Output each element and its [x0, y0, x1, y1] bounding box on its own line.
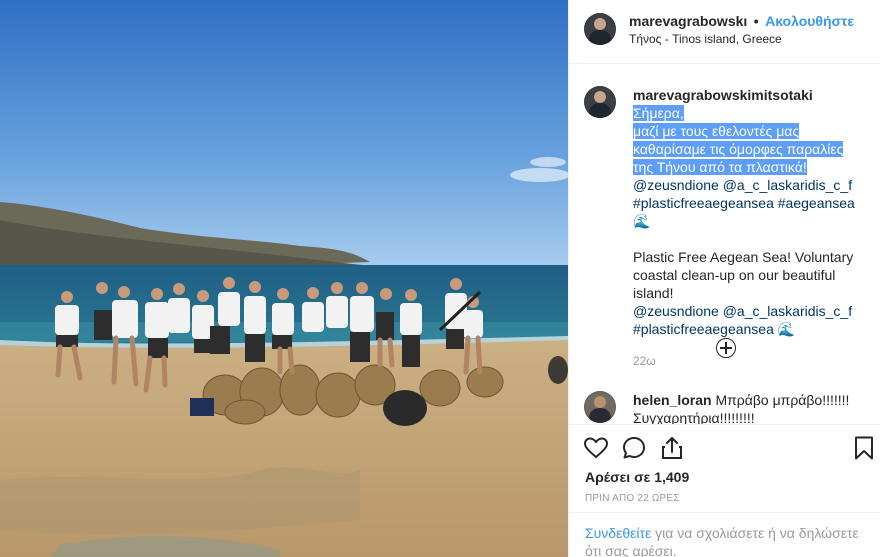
bookmark-icon[interactable] [851, 435, 877, 461]
comments-list[interactable]: marevagrabowskimitsotaki Σήμερα, μαζί με… [569, 64, 880, 424]
caption-english-line: coastal clean-up on our beautiful [633, 267, 836, 283]
caption-hashtags-2[interactable]: #plasticfreeaegeansea [633, 321, 774, 337]
heart-icon[interactable] [583, 435, 609, 461]
header-separator: • [753, 13, 759, 29]
post-side-panel: marevagrabowskı • Ακολουθήστε Τήνος - Ti… [568, 0, 880, 557]
header-line: marevagrabowskı • Ακολουθήστε [629, 13, 854, 31]
post-actions: Αρέσει σε 1,409 ΠΡΙΝ ΑΠΟ 22 ΩΡΕΣ Συνδεθε… [569, 424, 880, 557]
caption-hashtags[interactable]: #plasticfreeaegeansea #aegeansea [633, 195, 855, 211]
caption-avatar[interactable] [584, 86, 616, 118]
comment-text: Συγχαρητήρια!!!!!!!!! [633, 410, 755, 424]
follow-button[interactable]: Ακολουθήστε [765, 13, 854, 29]
caption-greek-line: Σήμερα, [633, 105, 684, 121]
commenter-username[interactable]: helen_loran [633, 392, 712, 408]
wave-emoji: 🌊 [633, 213, 651, 229]
author-avatar[interactable] [584, 13, 616, 45]
load-more-comments-icon[interactable] [716, 338, 736, 358]
caption-age: 22ω [633, 354, 656, 368]
author-username[interactable]: marevagrabowskı [629, 13, 747, 29]
caption-english-line: Plastic Free Aegean Sea! Voluntary [633, 249, 854, 265]
post-photo[interactable] [0, 0, 568, 557]
caption-username[interactable]: marevagrabowskimitsotaki [633, 87, 813, 103]
caption-english-line: island! [633, 285, 674, 301]
wave-emoji: 🌊 [777, 321, 796, 337]
comment-text: Μπράβο μπράβο!!!!!!! [715, 392, 850, 408]
caption-mentions-2[interactable]: @zeusndione @a_c_laskaridis_c_f [633, 302, 859, 320]
caption-greek-line: καθαρίσαμε τις όμορφες παραλίες [633, 141, 844, 157]
comment-icon[interactable] [621, 435, 647, 461]
instagram-post: marevagrabowskı • Ακολουθήστε Τήνος - Ti… [0, 0, 880, 557]
caption-greek-line: μαζί με τους εθελοντές μας [633, 123, 800, 139]
caption-mentions[interactable]: @zeusndione @a_c_laskaridis_c_f [633, 176, 859, 194]
comment-item: helen_loran Μπράβο μπράβο!!!!!!! Συγχαρη… [633, 391, 859, 424]
caption-greek-line: της Τήνου από τα πλαστικά! [633, 159, 807, 175]
location-link[interactable]: Τήνος - Tinos island, Greece [629, 32, 782, 46]
login-link[interactable]: Συνδεθείτε [585, 525, 651, 541]
post-header: marevagrabowskı • Ακολουθήστε Τήνος - Ti… [569, 0, 880, 64]
beach-cleanup-photo [0, 0, 568, 557]
share-icon[interactable] [659, 435, 685, 461]
likes-count[interactable]: Αρέσει σε 1,409 [585, 469, 689, 485]
post-caption: marevagrabowskimitsotaki Σήμερα, μαζί με… [633, 86, 859, 370]
commenter-avatar[interactable] [584, 391, 616, 423]
login-prompt: Συνδεθείτε για να σχολιάσετε ή να δηλώσε… [569, 512, 880, 557]
post-timestamp: ΠΡΙΝ ΑΠΟ 22 ΩΡΕΣ [585, 493, 680, 504]
